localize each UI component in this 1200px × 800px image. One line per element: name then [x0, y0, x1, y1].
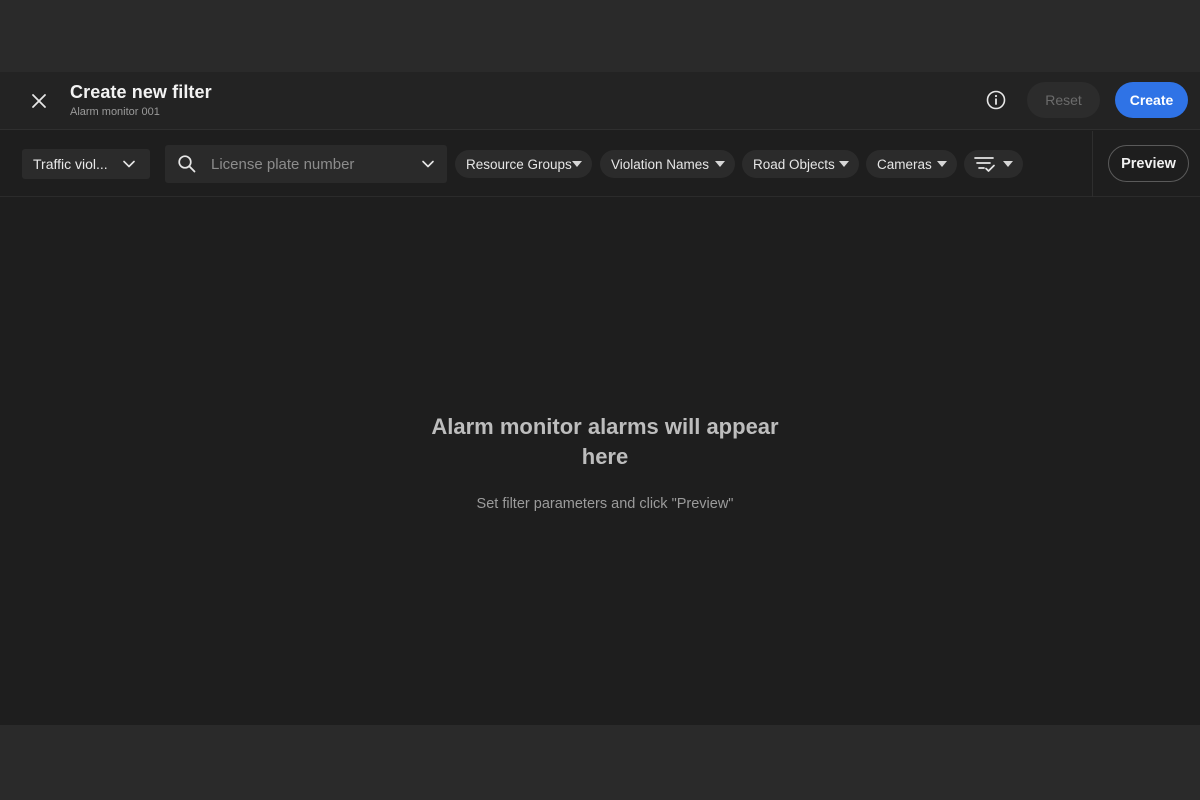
alarm-type-select[interactable]: Traffic viol... — [22, 149, 150, 179]
chip-label: Road Objects — [753, 156, 835, 172]
close-button[interactable] — [24, 86, 54, 116]
filter-list-icon — [974, 157, 995, 172]
caret-down-icon — [937, 161, 947, 167]
chip-label: Cameras — [877, 156, 932, 172]
info-icon — [986, 90, 1006, 110]
info-button[interactable] — [983, 87, 1009, 113]
page-subtitle: Alarm monitor 001 — [70, 106, 160, 118]
search-icon — [178, 155, 196, 173]
caret-down-icon — [839, 161, 849, 167]
chip-label: Violation Names — [611, 156, 710, 172]
filter-bar-divider — [1092, 131, 1093, 197]
bottom-backdrop — [0, 725, 1200, 800]
license-plate-input[interactable] — [211, 145, 411, 183]
cameras-filter[interactable]: Cameras — [866, 150, 957, 178]
license-plate-field[interactable] — [165, 145, 447, 183]
empty-state-title: Alarm monitor alarms will appear here — [431, 414, 779, 469]
create-filter-panel: Create new filter Alarm monitor 001 Rese… — [0, 72, 1200, 725]
top-backdrop — [0, 0, 1200, 72]
alarm-type-value: Traffic viol... — [33, 156, 108, 172]
caret-down-icon — [1003, 161, 1013, 167]
chevron-down-icon — [123, 160, 135, 168]
panel-header: Create new filter Alarm monitor 001 Rese… — [0, 72, 1200, 130]
page-title: Create new filter — [70, 82, 212, 102]
close-icon — [32, 94, 46, 108]
resource-groups-filter[interactable]: Resource Groups — [455, 150, 592, 178]
preview-button[interactable]: Preview — [1108, 145, 1189, 182]
caret-down-icon — [715, 161, 725, 167]
road-objects-filter[interactable]: Road Objects — [742, 150, 859, 178]
create-button[interactable]: Create — [1115, 82, 1188, 118]
filter-bar: Traffic viol... Resource Groups Violatio… — [0, 131, 1200, 197]
chip-label: Resource Groups — [466, 156, 572, 172]
violation-names-filter[interactable]: Violation Names — [600, 150, 735, 178]
more-filters-button[interactable] — [964, 150, 1023, 178]
reset-button[interactable]: Reset — [1027, 82, 1100, 118]
title-block: Create new filter Alarm monitor 001 — [70, 82, 212, 118]
caret-down-icon — [572, 161, 582, 167]
chevron-down-icon[interactable] — [421, 157, 435, 171]
empty-state-hint: Set filter parameters and click "Preview… — [476, 496, 734, 512]
